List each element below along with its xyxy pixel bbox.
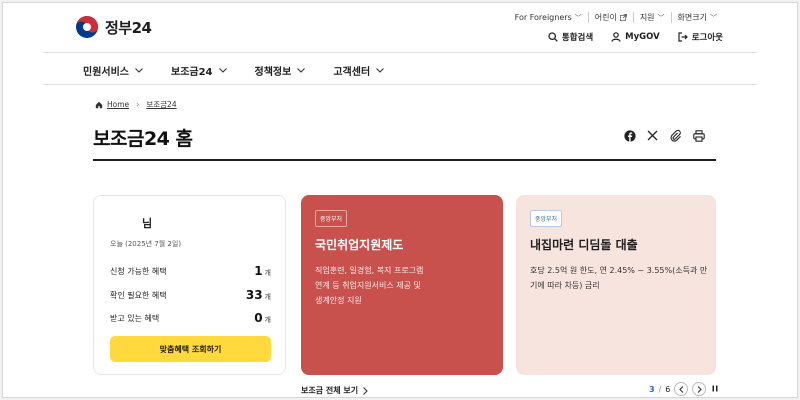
search-label: 통합검색 [561,33,594,43]
site-logo[interactable]: 정부24 [75,15,152,39]
utility-links: For Foreigners ﹀ 어린이 지원 ﹀ 화면크기 ﹀ [509,12,723,23]
utility-screen-size[interactable]: 화면크기 ﹀ [670,12,723,23]
utility-label: For Foreigners [514,13,572,22]
breadcrumb-home[interactable]: Home [107,100,129,109]
mygov-button[interactable]: MyGOV [611,31,660,43]
facebook-icon [623,129,636,142]
print-button[interactable] [692,129,705,142]
breadcrumb: Home › 보조금24 [95,99,177,110]
benefit-count-unit: 개 [264,269,271,277]
benefit-count: 1 개 [254,264,271,278]
card-title: 국민취업지원제도 [315,238,404,252]
utility-label: 화면크기 [677,13,707,22]
nav-label: 정책정보 [254,67,292,78]
nav-label: 민원서비스 [83,67,129,78]
logout-button[interactable]: 로그아웃 [678,31,723,43]
chevron-right-icon [697,385,702,393]
chevron-down-icon [218,68,227,73]
user-icon [611,32,621,42]
slider-next-button[interactable] [692,382,707,396]
chevron-down-icon: ﹀ [710,13,717,22]
benefit-row-check-needed[interactable]: 확인 필요한 혜택 33 개 [110,288,271,302]
header-actions: 통합검색 MyGOV 로그아웃 [548,31,723,43]
benefit-row-available[interactable]: 신청 가능한 혜택 1 개 [110,264,271,278]
nav-item-policy-info[interactable]: 정책정보 [255,63,306,78]
card-badge: 중앙부처 [530,210,563,227]
chevron-left-icon [679,385,684,393]
header-divider [43,52,757,53]
chevron-down-icon [376,68,385,73]
link-icon [670,129,681,142]
utility-label: 어린이 [594,13,617,22]
x-share-button[interactable] [646,129,659,142]
chevron-down-icon [135,68,143,73]
pause-icon [712,385,718,391]
benefit-row-label: 받고 있는 혜택 [110,313,160,323]
custom-benefit-search-button[interactable]: 맞춤혜택 조회하기 [110,336,271,362]
logo-text: 정부24 [105,18,152,37]
x-icon [647,130,658,141]
nav-label: 보조금24 [171,67,213,78]
view-all-label: 보조금 전체 보기 [301,386,359,395]
logout-label: 로그아웃 [691,33,723,43]
benefit-card[interactable]: 중앙부처 국민취업지원제도 직업훈련, 일경험, 복지 프로그램 연계 등 취업… [301,195,503,375]
nav-item-civil-service[interactable]: 민원서비스 [83,63,143,78]
benefit-card[interactable]: 중앙부처 내집마련 디딤돌 대출 호당 2.5억 원 한도, 연 2.45% ~… [516,195,716,375]
chevron-down-icon: ﹀ [657,13,665,22]
card-badge: 중앙부처 [315,210,348,227]
utility-support[interactable]: 지원 ﹀ [632,12,671,23]
browser-frame: 정부24 For Foreigners ﹀ 어린이 지원 ﹀ 화면크기 ﹀ 통합… [2,2,798,398]
benefit-count-unit: 개 [264,293,271,301]
chevron-down-icon [297,68,306,73]
search-icon [548,32,558,42]
nav-divider [43,84,757,85]
profile-card: 님 오늘 (2025년 7월 2일) 신청 가능한 혜택 1 개 확인 필요한 … [93,195,286,375]
taegeuk-logo-icon [76,16,98,38]
user-name: 님 [142,217,153,230]
utility-label: 지원 [639,13,655,22]
nav-item-subsidy24[interactable]: 보조금24 [171,63,227,78]
breadcrumb-current[interactable]: 보조금24 [146,99,176,110]
title-underline [93,159,716,161]
benefit-row-receiving[interactable]: 받고 있는 혜택 0 개 [110,311,271,325]
page-title: 보조금24 홈 [93,128,193,150]
search-button[interactable]: 통합검색 [548,31,593,43]
pager-separator: / [658,384,662,394]
utility-kids[interactable]: 어린이 [587,12,633,23]
copy-link-button[interactable] [669,129,682,142]
nav-item-customer-center[interactable]: 고객센터 [333,63,385,78]
slider-pause-button[interactable] [712,385,718,394]
view-all-subsidies-link[interactable]: 보조금 전체 보기 [301,385,368,396]
benefit-count: 0 개 [254,311,271,325]
benefit-row-label: 신청 가능한 혜택 [110,266,167,276]
slider-prev-button[interactable] [674,382,689,396]
main-nav: 민원서비스 보조금24 정책정보 고객센터 [83,63,385,78]
pager-total: 6 [665,384,671,394]
facebook-share-button[interactable] [623,129,636,142]
today-date: 오늘 (2025년 7월 2일) [110,240,182,248]
external-link-icon [619,14,627,21]
utility-for-foreigners[interactable]: For Foreigners ﹀ [509,13,588,23]
slider-pager: 3 / 6 [649,382,718,396]
card-description: 직업훈련, 일경험, 복지 프로그램 연계 등 취업지원서비스 제공 및 생계안… [315,266,424,305]
benefit-count-value: 33 [245,288,263,302]
card-description: 호당 2.5억 원 한도, 연 2.45% ~ 3.55%(소득과 만기에 따라… [530,266,708,290]
chevron-down-icon: ﹀ [574,13,582,22]
pager-current: 3 [649,384,655,394]
nav-label: 고객센터 [333,67,371,78]
home-icon [95,101,103,108]
benefit-row-label: 확인 필요한 혜택 [110,290,167,300]
print-icon [692,129,705,142]
mygov-label: MyGOV [625,32,660,42]
benefit-count-value: 0 [254,311,263,325]
breadcrumb-separator-icon: › [136,100,140,109]
benefit-count: 33 개 [246,288,271,302]
card-title: 내집마련 디딤돌 대출 [530,238,638,252]
benefit-count-unit: 개 [264,316,271,324]
logout-icon [678,32,688,42]
benefit-count-value: 1 [254,264,263,278]
share-toolbar [623,129,705,142]
chevron-right-icon [363,386,368,395]
